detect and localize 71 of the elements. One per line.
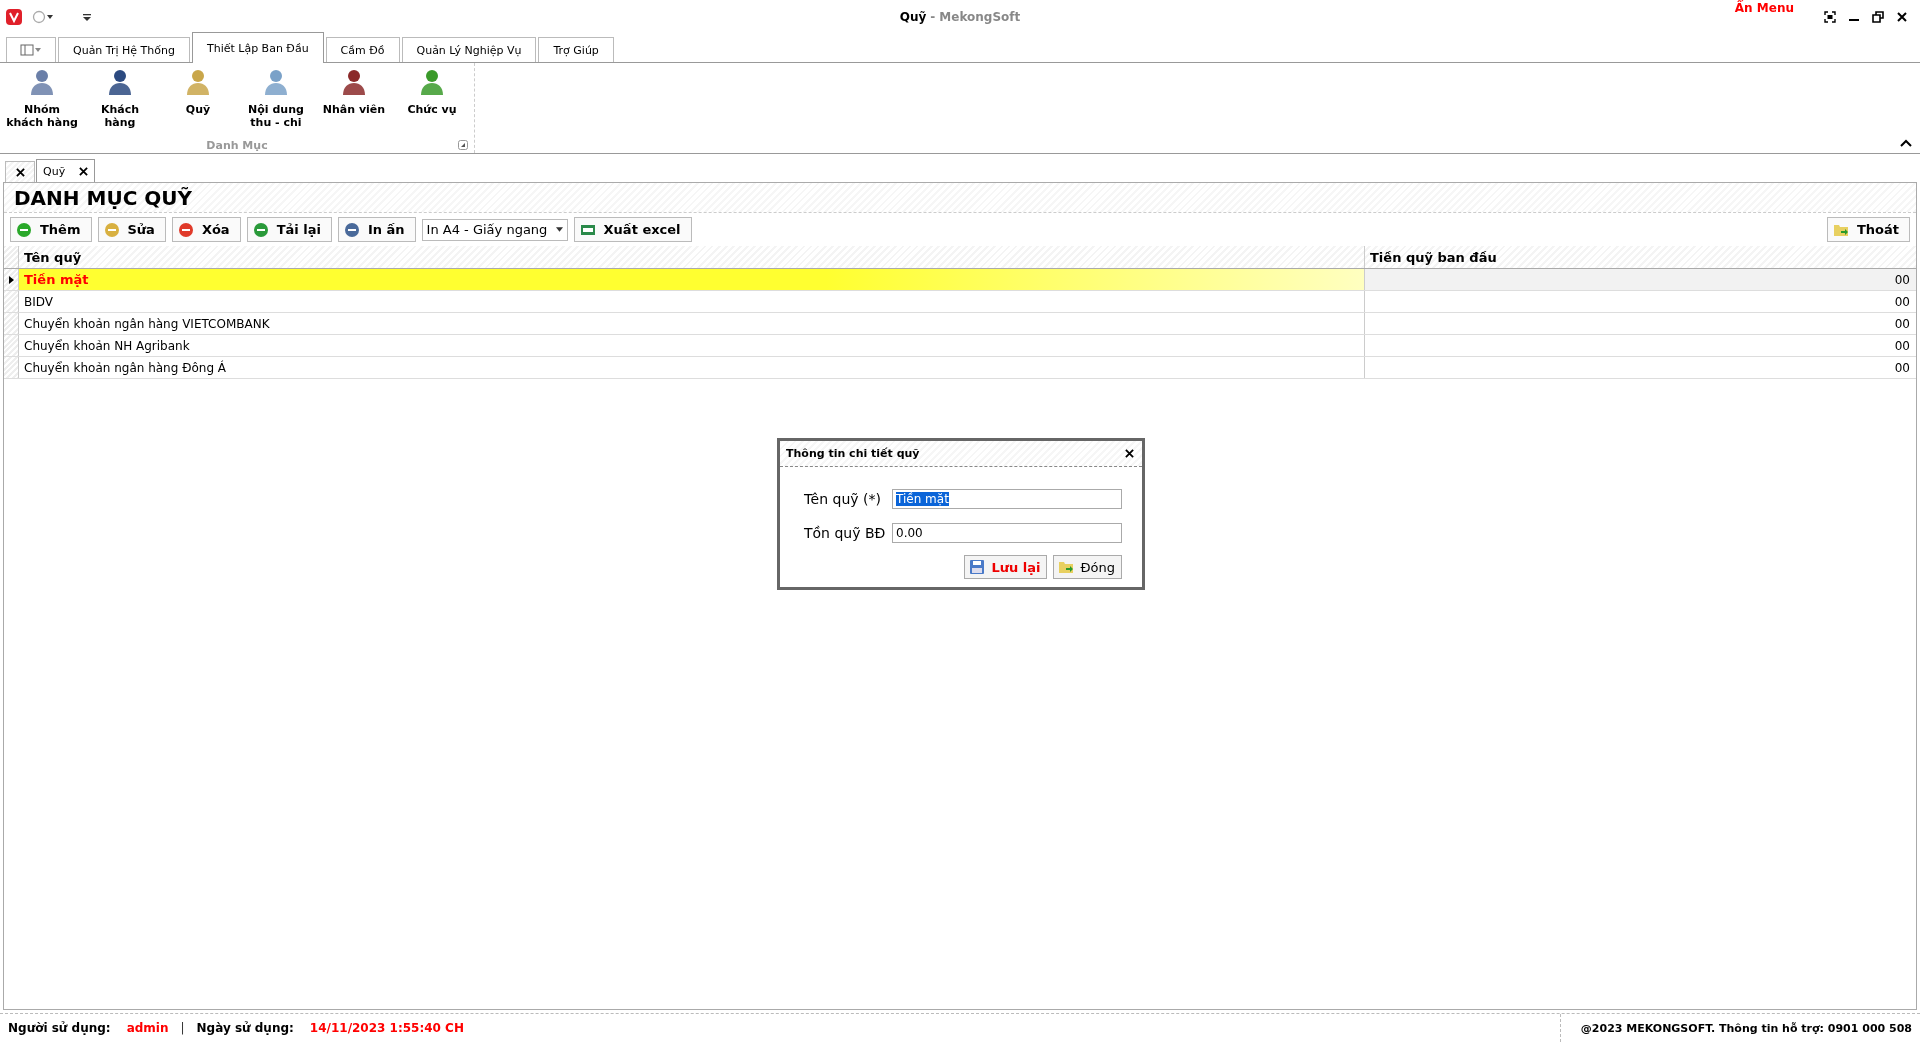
caret-icon [555, 227, 563, 232]
close-icon[interactable] [1125, 449, 1134, 458]
table-cell: Chuyển khoản NH Agribank [19, 335, 1365, 356]
close-button[interactable]: Đóng [1053, 555, 1122, 579]
row-header [4, 246, 19, 268]
fullscreen-icon[interactable] [1824, 11, 1836, 23]
ribbon-button[interactable]: Chức vụ [396, 67, 468, 137]
toolbar-icon [252, 221, 269, 238]
table-cell: Chuyển khoản ngân hàng Đông Á [19, 357, 1365, 378]
toolbar-icon [16, 221, 32, 238]
table-cell-text: 00 [1893, 293, 1911, 311]
table-cell-text: 00 [1893, 359, 1911, 377]
app-logo-icon [6, 9, 22, 25]
panel-icon [20, 44, 42, 56]
field-label: Tên quỹ (*) [804, 491, 881, 507]
table-cell-text: 00 [1893, 337, 1911, 355]
save-button[interactable]: Lưu lại [964, 555, 1048, 579]
toolbar-button[interactable]: Sửa [97, 217, 166, 242]
toolbar-button[interactable]: In ấn [337, 217, 416, 242]
collapse-icon[interactable] [1900, 139, 1912, 147]
table-cell: 00 [1365, 269, 1916, 290]
toolbar-button[interactable]: Xóa [171, 217, 241, 242]
close-all-button[interactable] [5, 161, 35, 182]
dialog-launcher-icon[interactable] [458, 140, 468, 150]
user-label: Người sử dụng: [8, 1021, 111, 1035]
restore-icon[interactable] [1872, 11, 1884, 23]
copyright-text: @2023 MEKONGSOFT. Thông tin hỗ trợ: 0901 000 508 [1559, 1014, 1912, 1042]
input-field[interactable]: Tiền mặt [892, 489, 1122, 509]
close-icon[interactable] [79, 166, 89, 176]
input-field[interactable]: 0.00 [892, 523, 1122, 543]
document-tab[interactable]: Quỹ [36, 159, 96, 182]
export-excel-button[interactable]: Xuất excel [573, 217, 692, 242]
row-pointer-icon [8, 275, 14, 284]
table-cell: BIDV [19, 291, 1365, 312]
ribbon-button[interactable]: Nhân viên [318, 67, 390, 137]
ribbon-button[interactable]: Quỹ [162, 67, 234, 137]
row-header[interactable] [4, 269, 19, 290]
separator: | [180, 1021, 185, 1035]
table-cell: Chuyển khoản ngân hàng VIETCOMBANK [19, 313, 1365, 334]
ribbon-tab[interactable]: Trợ Giúp [538, 37, 614, 62]
window-title: Quỹ - MekongSoft [899, 10, 1021, 24]
toolbar-icon [343, 221, 360, 238]
ribbon-tab[interactable]: Cầm Đồ [325, 37, 400, 62]
print-format-dropdown[interactable]: In A4 - Giấy ngang [421, 218, 568, 241]
toolbar-button[interactable]: Tải lại [246, 217, 332, 242]
ribbon-button[interactable]: Nhóm khách hàng [6, 67, 78, 137]
toolbar-icon [177, 221, 194, 238]
close-icon [15, 167, 25, 177]
ribbon-tab[interactable]: Thiết Lập Ban Đầu [191, 32, 324, 63]
column-header[interactable]: Tiền quỹ ban đầu [1365, 246, 1916, 268]
toolbar-button[interactable]: Thêm [10, 217, 92, 242]
group-title: Danh Mục [206, 138, 268, 152]
ribbon-tab[interactable]: Quản Lý Nghiệp Vụ [401, 37, 537, 62]
folder-arrow-icon [1058, 559, 1075, 575]
table-cell-text: 00 [1893, 315, 1911, 333]
user-name: admin [126, 1021, 169, 1035]
field-label: Tồn quỹ BĐ [804, 525, 886, 541]
page-heading: DANH MỤC QUỸ [4, 183, 1916, 212]
table-cell: Tiền mặt [19, 269, 1365, 290]
date-label: Ngày sử dụng: [196, 1021, 294, 1035]
dialog-title: Thông tin chi tiết quỹ [786, 447, 920, 460]
date-value: 14/11/2023 1:55:40 CH [309, 1021, 464, 1035]
dropdown-icon[interactable] [82, 12, 92, 22]
exit-button[interactable]: Thoát [1826, 217, 1910, 242]
ribbon-button[interactable]: Nội dung thu - chi [240, 67, 312, 137]
ribbon-tab[interactable]: Quản Trị Hệ Thống [58, 37, 190, 62]
toolbar-icon [103, 221, 120, 238]
close-icon[interactable] [1896, 11, 1908, 23]
circle-icon[interactable] [32, 10, 54, 24]
column-header[interactable]: Tên quỹ [19, 246, 1365, 268]
ribbon-button[interactable]: Khách hàng [84, 67, 156, 137]
